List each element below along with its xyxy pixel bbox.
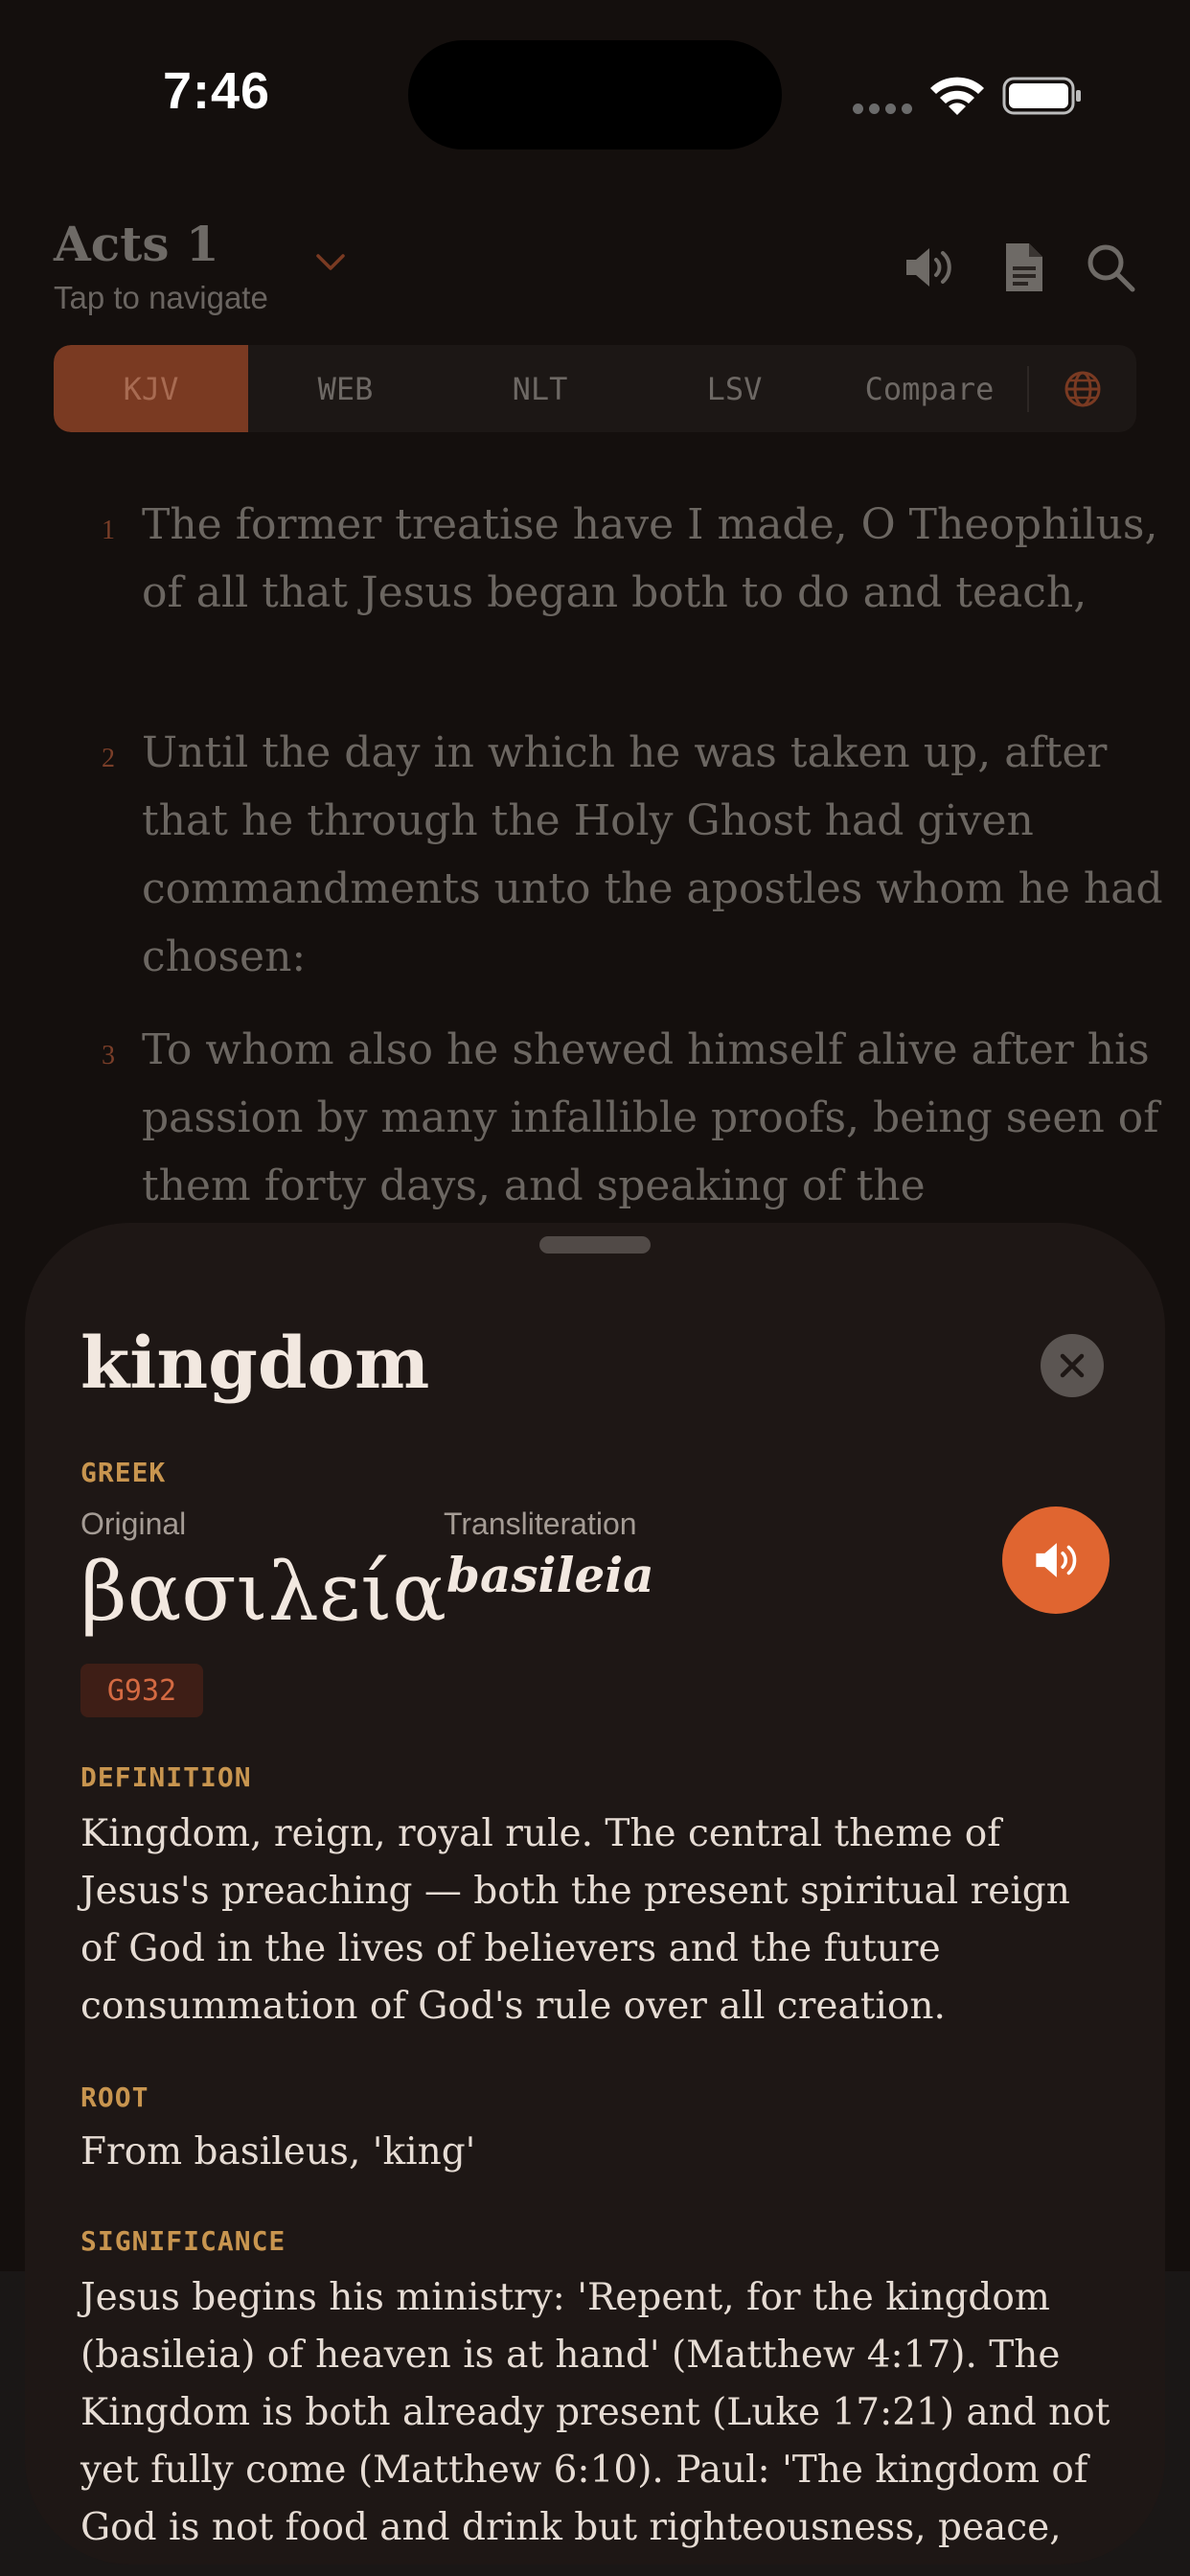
verse-number: 2	[102, 744, 115, 773]
tab-lsv[interactable]: LSV	[637, 345, 832, 432]
book-title[interactable]: Acts 1	[54, 216, 219, 272]
verse-text: Until the day in which he was taken up, …	[142, 728, 1163, 981]
transliteration-label: Transliteration	[444, 1506, 637, 1541]
app-screen: 7:46 Acts 1 Tap to navigate KJV WEB NLT …	[0, 0, 1190, 2576]
root-label: ROOT	[80, 2082, 149, 2113]
verse-number: 3	[102, 1041, 115, 1070]
word-title: kingdom	[80, 1322, 430, 1405]
status-time: 7:46	[163, 62, 271, 120]
significance-label: SIGNIFICANCE	[80, 2225, 286, 2257]
original-label: Original	[80, 1506, 187, 1541]
sheet-grabber[interactable]	[539, 1236, 651, 1254]
verse-number: 1	[102, 516, 115, 545]
speaker-icon	[1036, 1543, 1077, 1577]
close-icon	[1060, 1353, 1085, 1378]
globe-icon[interactable]	[1064, 370, 1102, 408]
definition-label: DEFINITION	[80, 1761, 252, 1793]
translation-selector: KJV WEB NLT LSV Compare	[54, 345, 1136, 432]
verse-text: The former treatise have I made, O Theop…	[142, 500, 1158, 617]
speaker-icon[interactable]	[901, 240, 956, 295]
significance-text: Jesus begins his ministry: 'Repent, for …	[80, 2276, 1110, 2549]
cellular-signal-icon	[853, 104, 912, 114]
pronounce-button[interactable]	[1002, 1506, 1110, 1614]
wifi-icon	[930, 77, 984, 115]
original-word: βασιλεία	[80, 1545, 446, 1639]
document-icon[interactable]	[996, 240, 1052, 295]
verse-text: To whom also he shewed himself alive aft…	[142, 1025, 1159, 1210]
close-button[interactable]	[1041, 1334, 1104, 1397]
language-label: GREEK	[80, 1457, 167, 1488]
transliteration: basileia	[446, 1547, 654, 1603]
dynamic-island	[408, 40, 782, 150]
navigate-hint[interactable]: Tap to navigate	[54, 280, 268, 316]
tab-kjv[interactable]: KJV	[54, 345, 248, 432]
battery-icon	[1002, 77, 1081, 115]
tab-compare[interactable]: Compare	[832, 345, 1027, 432]
root-text: From basileus, 'king'	[80, 2130, 476, 2174]
chevron-down-icon[interactable]	[314, 251, 347, 274]
strongs-number-badge[interactable]: G932	[80, 1664, 203, 1717]
search-icon[interactable]	[1083, 240, 1138, 295]
definition-text: Kingdom, reign, royal rule. The central …	[80, 1812, 1070, 2028]
divider	[1027, 366, 1029, 412]
tab-nlt[interactable]: NLT	[443, 345, 637, 432]
word-study-sheet: kingdom GREEK Original Transliteration β…	[25, 1223, 1165, 2564]
tab-web[interactable]: WEB	[248, 345, 443, 432]
